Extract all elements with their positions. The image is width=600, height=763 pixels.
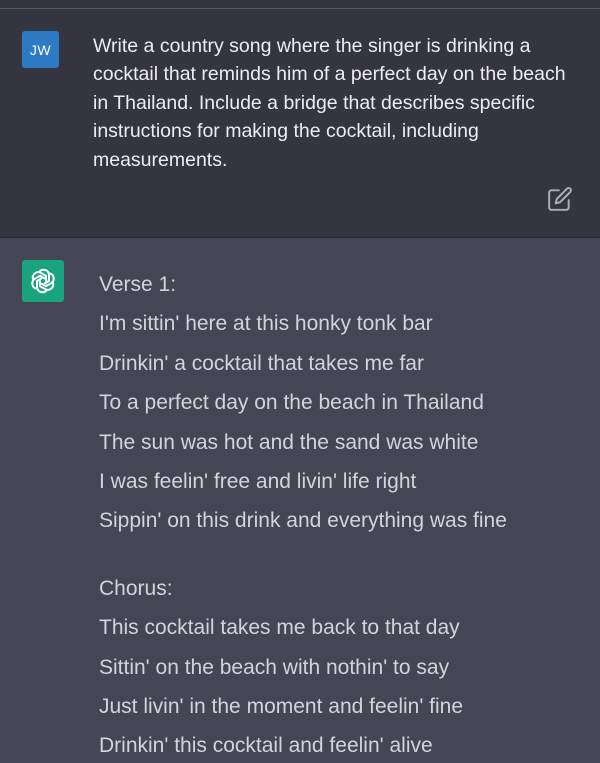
user-message: JW Write a country song where the singer…	[0, 9, 600, 238]
lyric-line: This cocktail takes me back to that day	[99, 616, 460, 640]
lyric-line: Just livin' in the moment and feelin' fi…	[99, 694, 464, 718]
openai-logo-icon	[22, 260, 64, 302]
lyric-line: Drinkin' this cocktail and feelin' alive	[99, 734, 433, 758]
lyric-line: Sittin' on the beach with nothin' to say	[99, 655, 450, 679]
user-avatar: JW	[22, 31, 59, 68]
lyric-line: The sun was hot and the sand was white	[99, 430, 479, 454]
lyric-line: I'm sittin' here at this honky tonk bar	[99, 312, 433, 336]
user-message-text: Write a country song where the singer is…	[93, 35, 566, 171]
assistant-message: Verse 1: I'm sittin' here at this honky …	[0, 238, 600, 763]
assistant-message-text: Verse 1: I'm sittin' here at this honky …	[99, 265, 594, 763]
lyric-line: To a perfect day on the beach in Thailan…	[99, 391, 484, 415]
edit-icon[interactable]	[547, 186, 573, 212]
top-divider	[0, 0, 600, 9]
chat-conversation: JW Write a country song where the singer…	[0, 0, 600, 763]
lyric-line: Sippin' on this drink and everything was…	[99, 509, 507, 533]
chorus-heading: Chorus:	[99, 576, 173, 600]
lyric-line: I was feelin' free and livin' life right	[99, 469, 417, 493]
lyric-line: Drinkin' a cocktail that takes me far	[99, 351, 424, 375]
verse-heading: Verse 1:	[99, 273, 177, 296]
